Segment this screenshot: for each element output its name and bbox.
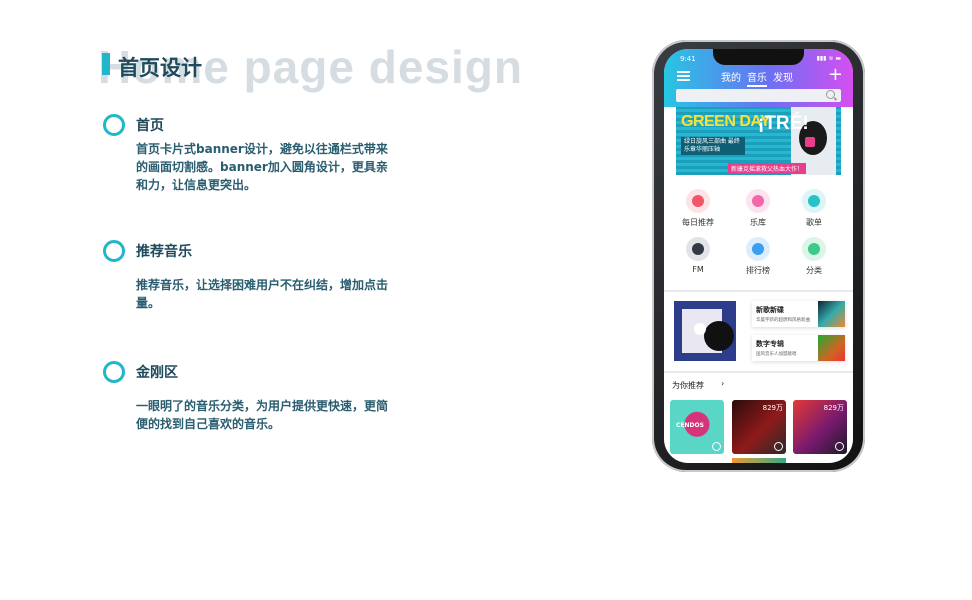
featured-album-cover[interactable] bbox=[674, 301, 736, 361]
menu-icon[interactable] bbox=[677, 71, 690, 81]
recommend-card-partial bbox=[732, 458, 786, 463]
section-description: 一眼明了的音乐分类，为用户提供更快速，更简便的找到自己喜欢的音乐。 bbox=[136, 399, 389, 431]
tab-music[interactable]: 音乐 bbox=[747, 69, 767, 87]
section-title: 金刚区 bbox=[136, 365, 178, 381]
play-icon[interactable] bbox=[694, 323, 706, 335]
banner-carousel[interactable]: GREEN DAY ¡TRÉ! 绿日旋风三部曲 最终乐章华丽压轴 新康克摇滚救父… bbox=[676, 107, 841, 175]
music-library-icon bbox=[746, 189, 770, 213]
entry-fm[interactable]: FM bbox=[678, 237, 718, 274]
page-title: 首页设计 bbox=[118, 56, 202, 80]
chart-icon bbox=[746, 237, 770, 261]
play-icon[interactable] bbox=[774, 442, 783, 451]
section-title: 推荐音乐 bbox=[136, 244, 192, 260]
section-title: 首页 bbox=[136, 118, 164, 134]
phone-screen: 9:41 ▮▮▮ ≋ ▬ 我的 音乐 发现 + GREEN DAY ¡TRÉ! … bbox=[664, 49, 853, 463]
tab-mine[interactable]: 我的 bbox=[721, 69, 741, 87]
phone-mockup: 9:41 ▮▮▮ ≋ ▬ 我的 音乐 发现 + GREEN DAY ¡TRÉ! … bbox=[652, 40, 865, 472]
playlist-icon bbox=[802, 189, 826, 213]
recommend-heading: 为你推荐 bbox=[672, 381, 704, 390]
title-accent-bar bbox=[102, 53, 110, 75]
play-count: 829万 bbox=[823, 404, 844, 412]
entry-charts[interactable]: 排行榜 bbox=[738, 237, 778, 276]
banner-album-title: ¡TRÉ! bbox=[758, 113, 809, 134]
play-count: 829万 bbox=[762, 404, 783, 412]
ring-bullet-icon bbox=[103, 240, 125, 262]
section-description: 推荐音乐，让选择困难用户不在纠结，增加点击量。 bbox=[136, 278, 389, 310]
ring-bullet-icon bbox=[103, 361, 125, 383]
banner-caption: 新康克摇滚救父热血大作！ bbox=[728, 163, 807, 174]
recommend-card[interactable]: 829万 bbox=[793, 400, 847, 454]
status-icons: ▮▮▮ ≋ ▬ bbox=[816, 55, 841, 62]
phone-notch bbox=[713, 49, 804, 65]
top-tabs: 我的 音乐 发现 bbox=[721, 69, 793, 87]
tab-discover[interactable]: 发现 bbox=[773, 69, 793, 87]
entry-playlist[interactable]: 歌单 bbox=[794, 189, 834, 228]
calendar-icon bbox=[686, 189, 710, 213]
radio-icon bbox=[686, 237, 710, 261]
search-input[interactable] bbox=[676, 89, 841, 102]
play-icon[interactable] bbox=[835, 442, 844, 451]
plus-icon[interactable]: + bbox=[828, 66, 843, 84]
ring-bullet-icon bbox=[103, 114, 125, 136]
cover-thumbnail bbox=[818, 335, 845, 361]
cover-thumbnail bbox=[818, 301, 845, 327]
recommend-card[interactable]: 829万 bbox=[732, 400, 786, 454]
entry-category[interactable]: 分类 bbox=[794, 237, 834, 276]
search-icon[interactable] bbox=[826, 90, 835, 99]
recommend-card[interactable]: CENDOS bbox=[670, 400, 724, 454]
section-description: 首页卡片式banner设计，避免以往通栏式带来的画面切割感。banner加入圆角… bbox=[136, 142, 388, 192]
divider bbox=[664, 371, 853, 373]
entry-music-library[interactable]: 乐库 bbox=[738, 189, 778, 228]
banner-subtitle: 绿日旋风三部曲 最终乐章华丽压轴 bbox=[681, 137, 745, 155]
new-songs-card[interactable]: 新歌新碟 华晨宇新的超燃和风格新曲 bbox=[752, 301, 845, 327]
entry-daily-recommend[interactable]: 每日推荐 bbox=[678, 189, 718, 228]
banner-title: GREEN DAY bbox=[681, 113, 771, 130]
category-icon bbox=[802, 237, 826, 261]
divider bbox=[664, 290, 853, 292]
status-time: 9:41 bbox=[680, 55, 696, 63]
digital-album-card[interactable]: 数字专辑 国风音乐人加盟献唱 bbox=[752, 335, 845, 361]
play-icon[interactable] bbox=[712, 442, 721, 451]
chevron-right-icon[interactable]: › bbox=[721, 379, 724, 388]
